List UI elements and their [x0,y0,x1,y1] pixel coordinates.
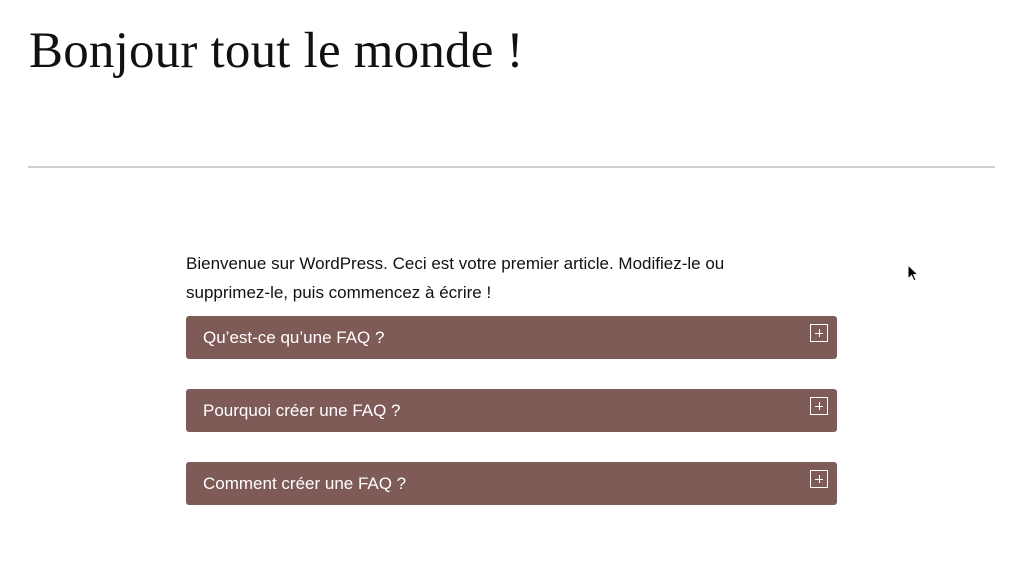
page-title: Bonjour tout le monde ! [29,23,524,79]
intro-paragraph: Bienvenue sur WordPress. Ceci est votre … [186,254,725,302]
plus-square-icon[interactable] [810,470,828,488]
faq-accordion: Qu’est-ce qu’une FAQ ? Pourquoi créer un… [186,316,837,505]
faq-item-why-create-faq[interactable]: Pourquoi créer une FAQ ? [186,389,837,432]
plus-square-icon[interactable] [810,324,828,342]
mouse-pointer-icon [907,264,919,282]
faq-question-label: Pourquoi créer une FAQ ? [203,401,401,420]
faq-question-label: Qu’est-ce qu’une FAQ ? [203,328,385,347]
plus-square-icon[interactable] [810,397,828,415]
faq-question-label: Comment créer une FAQ ? [203,474,407,493]
post-content: Bienvenue sur WordPress. Ceci est votre … [186,249,837,535]
faq-item-how-create-faq[interactable]: Comment créer une FAQ ? [186,462,837,505]
faq-item-what-is-faq[interactable]: Qu’est-ce qu’une FAQ ? [186,316,837,359]
title-separator [28,166,995,168]
